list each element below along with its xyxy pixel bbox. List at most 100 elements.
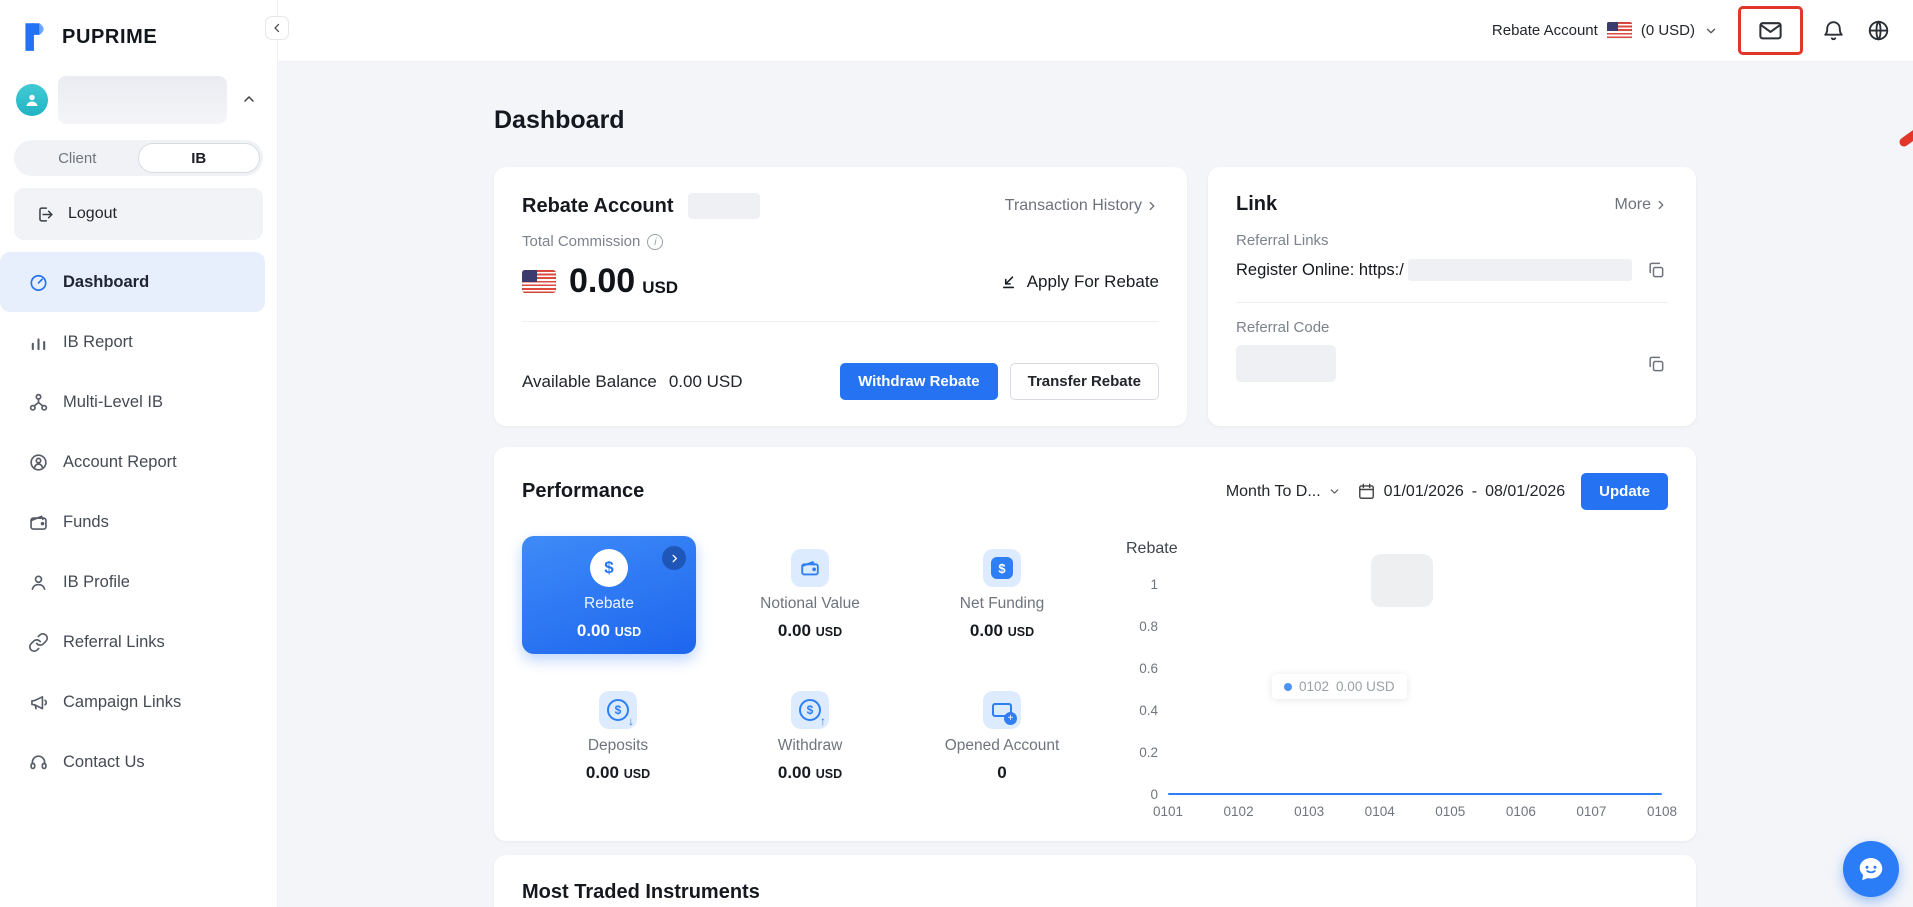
x-tick: 0106 bbox=[1505, 804, 1536, 819]
live-chat-button[interactable] bbox=[1843, 841, 1899, 897]
chat-bubble-icon bbox=[1859, 858, 1883, 881]
notional-wallet-icon bbox=[791, 549, 829, 587]
x-tick: 0104 bbox=[1364, 804, 1395, 819]
withdraw-icon: $ ↑ bbox=[791, 691, 829, 729]
sidebar-item-ib-profile[interactable]: IB Profile bbox=[0, 552, 265, 612]
sidebar-item-campaign-links[interactable]: Campaign Links bbox=[0, 672, 265, 732]
tile-label: Notional Value bbox=[760, 595, 860, 612]
notifications-button[interactable] bbox=[1819, 16, 1848, 45]
brand-name: PUPRIME bbox=[62, 25, 158, 48]
sidebar-item-contact-us[interactable]: Contact Us bbox=[0, 732, 265, 792]
sidebar-item-dashboard[interactable]: Dashboard bbox=[0, 252, 265, 312]
x-tick: 0101 bbox=[1152, 804, 1184, 819]
person-circle-icon bbox=[28, 452, 49, 473]
date-range-picker[interactable]: 01/01/2026 - 08/01/2026 bbox=[1357, 482, 1565, 501]
bell-icon bbox=[1824, 21, 1843, 41]
available-balance-label: Available Balance bbox=[522, 371, 657, 391]
copy-code-button[interactable] bbox=[1644, 352, 1668, 376]
calendar-icon bbox=[1358, 483, 1374, 499]
withdraw-rebate-button[interactable]: Withdraw Rebate bbox=[840, 363, 998, 400]
chevron-right-icon bbox=[671, 554, 677, 562]
divider bbox=[522, 321, 1159, 322]
annotation-highlight-box bbox=[1738, 6, 1803, 55]
y-tick: 0.4 bbox=[1139, 703, 1158, 718]
sidebar-item-account-report[interactable]: Account Report bbox=[0, 432, 265, 492]
available-balance-value: 0.00 USD bbox=[668, 371, 743, 391]
rebate-card-title: Rebate Account bbox=[522, 194, 674, 217]
person-icon bbox=[26, 94, 38, 106]
divider bbox=[1236, 302, 1668, 303]
referral-code-label: Referral Code bbox=[1236, 319, 1330, 336]
referral-links-label: Referral Links bbox=[1236, 232, 1329, 249]
chart-plot-area: 1 0.8 0.6 0.4 0.2 0 0102 0.00 USD 0101 0… bbox=[1139, 554, 1677, 819]
sidebar-item-funds[interactable]: Funds bbox=[0, 492, 265, 552]
sidebar-item-label: Contact Us bbox=[63, 752, 145, 771]
sidebar-item-multi-level-ib[interactable]: Multi-Level IB bbox=[0, 372, 265, 432]
date-range-select[interactable]: Month To D... bbox=[1226, 483, 1341, 501]
metric-tile-rebate[interactable]: $ Rebate 0.00 USD bbox=[522, 536, 696, 654]
redacted-account-name bbox=[58, 76, 227, 124]
sidebar-item-label: Multi-Level IB bbox=[63, 392, 163, 411]
metric-tile-withdraw[interactable]: $ ↑ Withdraw 0.00 USD bbox=[714, 678, 906, 796]
date-separator: - bbox=[1471, 482, 1478, 500]
y-tick: 0 bbox=[1150, 787, 1158, 802]
copy-link-button[interactable] bbox=[1644, 258, 1668, 282]
link-card-title: Link bbox=[1236, 193, 1278, 215]
copy-icon bbox=[1649, 262, 1664, 278]
sidebar-collapse-button[interactable] bbox=[265, 16, 289, 40]
sidebar-item-label: Campaign Links bbox=[63, 692, 182, 711]
apply-for-rebate-link[interactable]: Apply For Rebate bbox=[999, 272, 1159, 292]
globe-icon bbox=[1868, 20, 1889, 41]
tooltip-value: 0.00 USD bbox=[1336, 679, 1395, 694]
account-switcher[interactable]: Rebate Account (0 USD) bbox=[1492, 22, 1718, 39]
metric-tile-net-funding[interactable]: $ Net Funding 0.00 USD bbox=[906, 536, 1098, 654]
update-button[interactable]: Update bbox=[1581, 473, 1668, 510]
chart-watermark bbox=[1371, 554, 1433, 607]
rebate-series-line bbox=[1168, 792, 1662, 795]
toggle-client[interactable]: Client bbox=[17, 143, 138, 173]
link-icon bbox=[28, 632, 49, 653]
date-to: 08/01/2026 bbox=[1485, 482, 1566, 500]
deposits-icon: $ ↓ bbox=[599, 691, 637, 729]
redacted-account-id bbox=[687, 193, 760, 219]
account-switcher-label: Rebate Account bbox=[1491, 22, 1598, 39]
profile-collapse-button[interactable] bbox=[237, 87, 261, 114]
total-commission-label: Total Commission bbox=[522, 233, 641, 250]
dashboard-gauge-icon bbox=[28, 272, 49, 293]
toggle-ib[interactable]: IB bbox=[137, 143, 260, 173]
transfer-rebate-button[interactable]: Transfer Rebate bbox=[1009, 363, 1159, 400]
redacted-referral-url bbox=[1407, 259, 1632, 281]
logout-button[interactable]: Logout bbox=[14, 188, 263, 240]
tile-label: Net Funding bbox=[959, 595, 1045, 612]
date-from: 01/01/2026 bbox=[1383, 482, 1464, 500]
sidebar-item-referral-links[interactable]: Referral Links bbox=[0, 612, 265, 672]
tile-label: Opened Account bbox=[944, 737, 1060, 754]
language-button[interactable] bbox=[1864, 16, 1893, 45]
sidebar-item-ib-report[interactable]: IB Report bbox=[0, 312, 265, 372]
profile-person-icon bbox=[28, 572, 49, 593]
chart-tooltip: 0102 0.00 USD bbox=[1272, 674, 1407, 699]
brand: PUPRIME bbox=[0, 0, 277, 64]
logout-icon bbox=[39, 206, 53, 222]
mail-button[interactable] bbox=[1755, 15, 1786, 46]
transaction-history-link[interactable]: Transaction History bbox=[1005, 197, 1159, 215]
most-traded-card: Most Traded Instruments bbox=[494, 855, 1696, 907]
headset-icon bbox=[28, 752, 49, 773]
metric-tile-opened-account[interactable]: + Opened Account 0 bbox=[906, 678, 1098, 796]
commission-currency: USD bbox=[642, 277, 679, 297]
metric-tile-deposits[interactable]: $ ↓ Deposits 0.00 USD bbox=[522, 678, 714, 796]
register-online-url: Register Online: https:/ bbox=[1236, 260, 1404, 279]
main-content: Dashboard Rebate Account Transaction His… bbox=[278, 62, 1913, 907]
puprime-logo-icon bbox=[25, 23, 44, 51]
y-tick: 0.8 bbox=[1139, 619, 1158, 634]
tile-detail-arrow-button[interactable] bbox=[662, 546, 686, 570]
chevron-up-icon bbox=[244, 95, 254, 102]
profile-section bbox=[0, 64, 277, 138]
more-link[interactable]: More bbox=[1615, 196, 1668, 214]
page-title: Dashboard bbox=[494, 106, 625, 134]
x-tick: 0107 bbox=[1576, 804, 1607, 819]
bar-chart-icon bbox=[28, 332, 49, 353]
metric-tile-notional-value[interactable]: Notional Value 0.00 USD bbox=[714, 536, 906, 654]
tooltip-date: 0102 bbox=[1299, 679, 1330, 694]
info-icon[interactable]: i bbox=[647, 233, 664, 250]
